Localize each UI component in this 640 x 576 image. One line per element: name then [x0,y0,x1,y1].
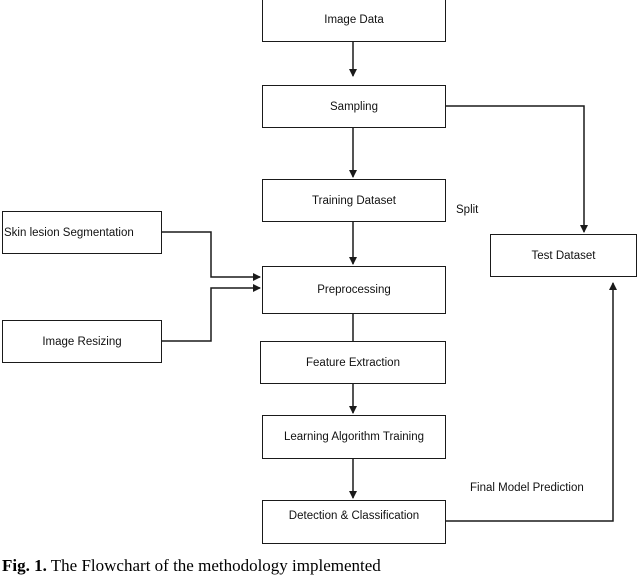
node-feature-extraction-label: Feature Extraction [306,356,400,369]
node-image-resizing: Image Resizing [2,320,162,363]
node-image-resizing-label: Image Resizing [42,335,122,348]
figure-caption-prefix: Fig. 1. [2,556,47,575]
node-learning-algorithm-training-label: Learning Algorithm Training [284,431,424,443]
edge-segmentation-to-preprocessing [161,231,261,281]
node-preprocessing-label: Preprocessing [317,284,391,296]
node-test-dataset: Test Dataset [490,234,637,277]
node-detection-classification: Detection & Classification [262,500,446,544]
node-learning-algorithm-training: Learning Algorithm Training [262,415,446,459]
node-test-dataset-label: Test Dataset [531,249,596,262]
node-training-dataset: Training Dataset [262,179,446,222]
node-sampling: Sampling [262,85,446,128]
node-image-data: Image Data [262,0,446,42]
edge-resizing-to-preprocessing [161,284,261,342]
node-skin-lesion-segmentation: Skin lesion Segmentation [2,211,162,254]
figure-caption: Fig. 1. The Flowchart of the methodology… [2,556,381,576]
flowchart-diagram: Image Data Sampling Training Dataset Pre… [0,0,640,575]
node-skin-lesion-segmentation-label: Skin lesion Segmentation [4,226,134,239]
edge-label-split: Split [456,204,479,216]
node-detection-classification-label: Detection & Classification [288,510,420,522]
node-preprocessing: Preprocessing [262,266,446,314]
edge-label-final-model-prediction: Final Model Prediction [470,482,584,494]
node-feature-extraction: Feature Extraction [260,341,446,384]
node-sampling-label: Sampling [330,100,378,113]
node-training-dataset-label: Training Dataset [312,194,396,207]
node-image-data-label: Image Data [324,14,384,26]
figure-caption-text: The Flowchart of the methodology impleme… [46,556,381,575]
